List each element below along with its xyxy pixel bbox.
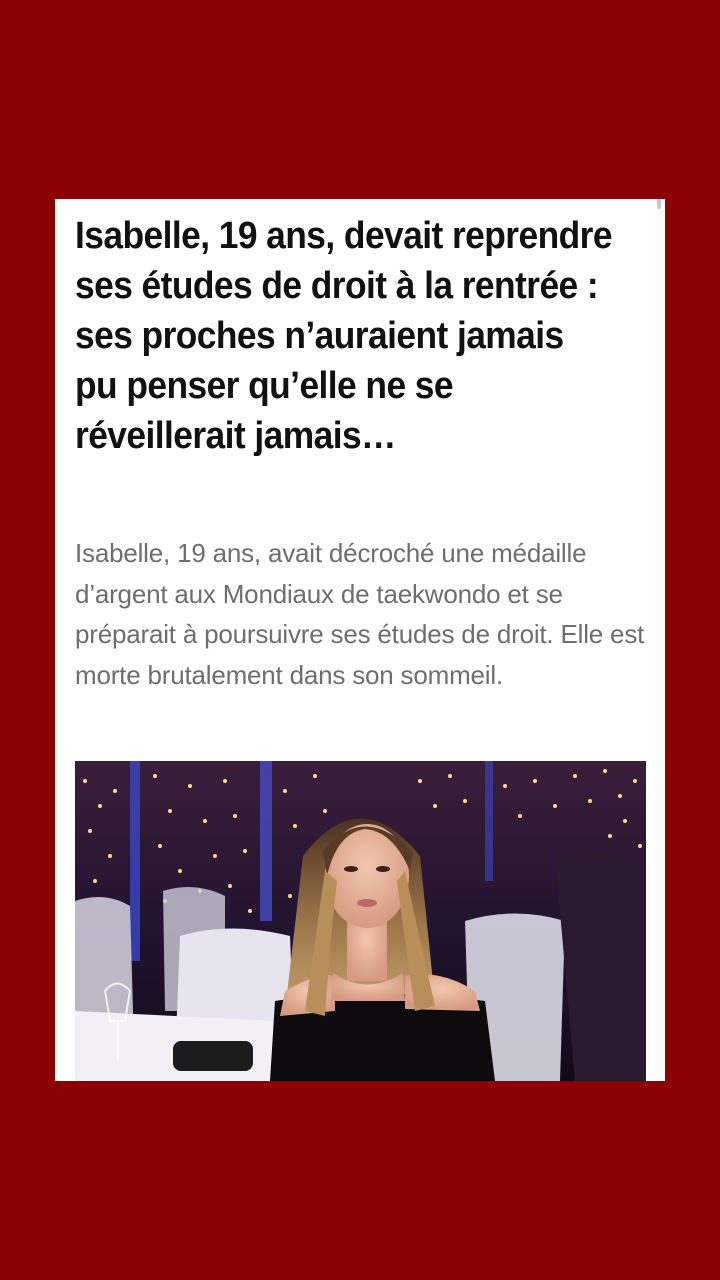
scroll-indicator[interactable] (657, 199, 661, 209)
article-lead: Isabelle, 19 ans, avait décroché une méd… (75, 538, 645, 690)
article-headline[interactable]: Isabelle, 19 ans, devait reprendre ses é… (75, 211, 614, 461)
photo-illustration (75, 761, 646, 1081)
article-card: Isabelle, 19 ans, devait reprendre ses é… (55, 199, 665, 1081)
article-photo[interactable] (75, 761, 646, 1081)
